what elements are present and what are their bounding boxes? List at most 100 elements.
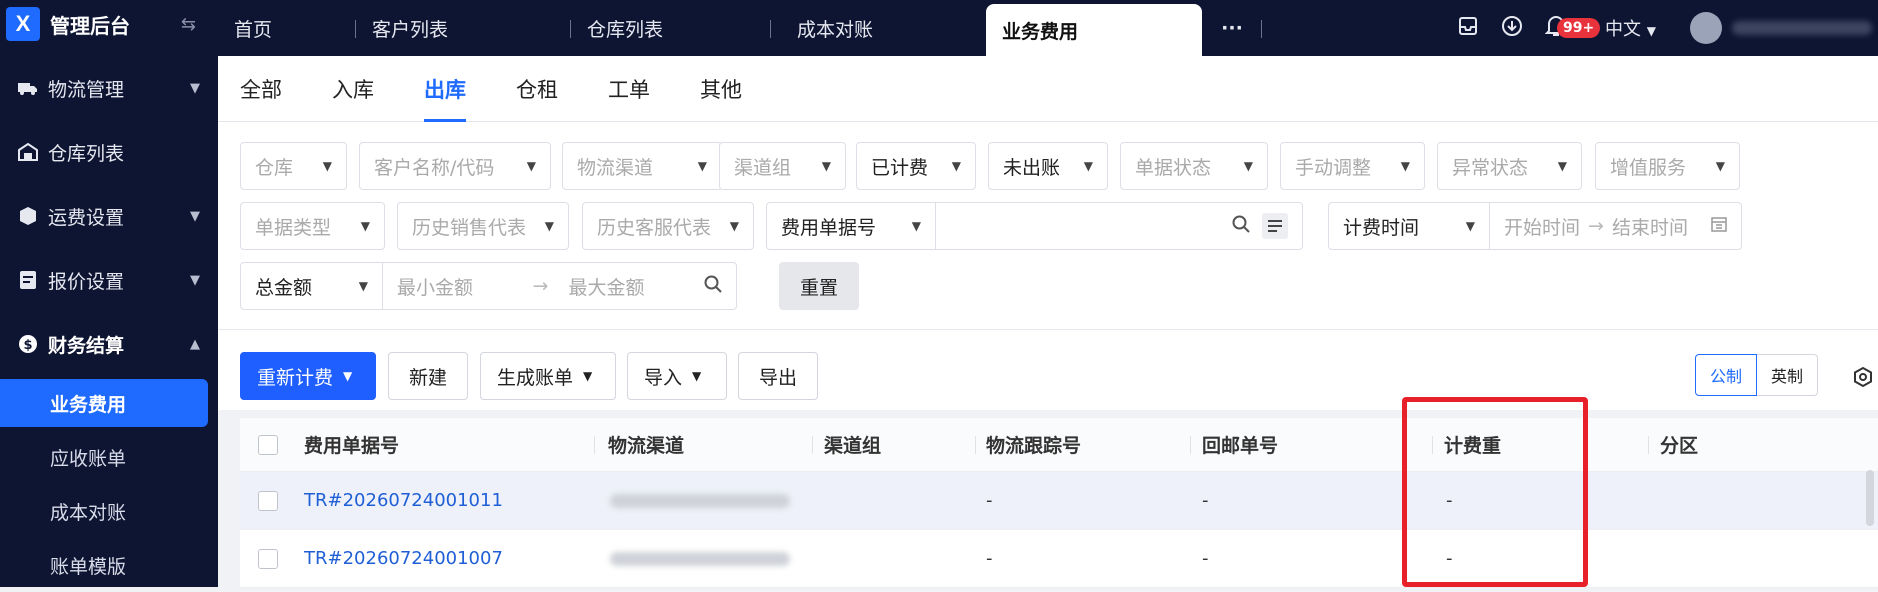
select-all-checkbox[interactable]	[258, 418, 278, 471]
tab-other[interactable]: 其他	[700, 56, 742, 122]
tab-home[interactable]: 首页	[218, 0, 356, 56]
tracking-no-cell: -	[986, 548, 993, 569]
end-date-placeholder: 结束时间	[1611, 216, 1688, 239]
sales-rep-select[interactable]: 历史销售代表 ▼	[397, 202, 569, 250]
logo: X 管理后台 ⇆	[0, 0, 218, 48]
generate-bill-button[interactable]: 生成账单 ▼	[480, 352, 616, 400]
sidebar-subitem-bill-templates[interactable]: 账单模版	[0, 538, 218, 592]
amount-range-input[interactable]: 最小金额 → 最大金额	[382, 262, 737, 310]
sidebar-item-warehouses[interactable]: 仓库列表	[0, 120, 218, 184]
create-button[interactable]: 新建	[388, 352, 468, 400]
tab-inbound[interactable]: 入库	[332, 56, 374, 122]
recalculate-button[interactable]: 重新计费 ▼	[240, 352, 376, 400]
select-placeholder: 物流渠道	[577, 156, 654, 179]
avatar	[1690, 12, 1722, 44]
chevron-down-icon: ▼	[583, 369, 593, 383]
import-button[interactable]: 导入 ▼	[627, 352, 727, 400]
select-value: 已计费	[871, 156, 929, 179]
document-status-select[interactable]: 单据状态 ▼	[1120, 142, 1268, 190]
document-type-select[interactable]: 单据类型 ▼	[240, 202, 385, 250]
notification-bell[interactable]: 99+	[1544, 14, 1601, 43]
tab-outbound[interactable]: 出库	[424, 56, 466, 122]
tab-work-orders[interactable]: 工单	[608, 56, 650, 122]
table-row[interactable]: TR#20260724001011 - - -	[240, 472, 1878, 530]
start-date-placeholder: 开始时间	[1504, 216, 1581, 239]
button-label: 重新计费	[257, 366, 334, 389]
collapse-sidebar-icon[interactable]: ⇆	[181, 14, 196, 35]
table-row[interactable]: TR#20260724001007 - - -	[240, 530, 1878, 588]
notification-badge: 99+	[1557, 17, 1601, 38]
sidebar-subitem-receivables[interactable]: 应收账单	[0, 430, 218, 484]
col-tracking-no[interactable]: 物流跟踪号	[986, 418, 1081, 471]
tab-business-fees[interactable]: 业务费用	[986, 4, 1202, 56]
cs-rep-select[interactable]: 历史客服代表 ▼	[582, 202, 754, 250]
customer-select[interactable]: 客户名称/代码 ▼	[359, 142, 551, 190]
exception-status-select[interactable]: 异常状态 ▼	[1437, 142, 1582, 190]
value-added-service-select[interactable]: 增值服务 ▼	[1595, 142, 1740, 190]
sidebar-item-label: 报价设置	[48, 270, 125, 293]
channel-group-select[interactable]: 渠道组 ▼	[719, 142, 846, 190]
invoice-status-select[interactable]: 未出账 ▼	[988, 142, 1108, 190]
logistics-channel-select[interactable]: 物流渠道 ▼	[562, 142, 722, 190]
sidebar-item-freight-settings[interactable]: 运费设置 ▼	[0, 184, 218, 248]
imperial-option[interactable]: 英制	[1757, 354, 1819, 396]
inbox-icon[interactable]	[1457, 15, 1479, 42]
more-tabs-icon[interactable]: ···	[1202, 0, 1262, 56]
column-settings-icon[interactable]	[1852, 366, 1874, 392]
chevron-down-icon: ▼	[692, 369, 702, 383]
min-amount-placeholder[interactable]: 最小金额	[397, 273, 473, 300]
logistics-channel-blurred	[610, 530, 790, 587]
fee-doc-link[interactable]: TR#20260724001007	[304, 530, 503, 587]
date-range-picker[interactable]: 开始时间 → 结束时间	[1489, 202, 1742, 250]
col-fee-doc-no[interactable]: 费用单据号	[304, 418, 399, 471]
col-channel-group[interactable]: 渠道组	[824, 418, 881, 471]
sidebar: X 管理后台 ⇆ 物流管理 ▼ 仓库列表 运费设置 ▼ 报价设置 ▼ $ 财务结…	[0, 0, 218, 587]
fee-doc-link[interactable]: TR#20260724001011	[304, 472, 503, 529]
warehouse-select[interactable]: 仓库 ▼	[240, 142, 347, 190]
max-amount-placeholder[interactable]: 最大金额	[568, 273, 644, 300]
table-header: 费用单据号 物流渠道 渠道组 物流跟踪号 回邮单号 计费重 分区	[240, 418, 1878, 472]
search-field-type-select[interactable]: 费用单据号 ▼	[766, 202, 936, 250]
download-icon[interactable]	[1501, 15, 1523, 42]
select-placeholder: 历史销售代表	[412, 216, 527, 239]
language-selector[interactable]: 中文 ▼	[1605, 15, 1656, 41]
col-logistics-channel[interactable]: 物流渠道	[608, 418, 684, 471]
batch-input-icon[interactable]	[1262, 213, 1288, 239]
billed-status-select[interactable]: 已计费 ▼	[856, 142, 976, 190]
chevron-up-icon: ▲	[190, 336, 200, 352]
dollar-icon: $	[18, 334, 38, 354]
search-icon[interactable]	[1232, 215, 1250, 238]
search-input[interactable]	[935, 202, 1303, 250]
sidebar-item-logistics[interactable]: 物流管理 ▼	[0, 56, 218, 120]
sidebar-item-finance[interactable]: $ 财务结算 ▲	[0, 312, 218, 376]
col-return-no[interactable]: 回邮单号	[1202, 418, 1278, 471]
filter-panel: 仓库 ▼ 客户名称/代码 ▼ 物流渠道 ▼ 渠道组 ▼ 已计费 ▼ 未出账 ▼ 单据状态 ▼ …	[218, 122, 1878, 330]
metric-option[interactable]: 公制	[1695, 354, 1758, 396]
amount-type-select[interactable]: 总金额 ▼	[240, 262, 383, 310]
tab-warehouses[interactable]: 仓库列表	[571, 0, 771, 56]
chevron-down-icon: ▼	[360, 219, 370, 233]
unit-toggle: 公制 英制	[1695, 354, 1819, 396]
search-icon[interactable]	[704, 275, 722, 298]
row-checkbox[interactable]	[258, 472, 278, 529]
top-bar: 首页 客户列表 仓库列表 成本对账 业务费用 ··· 99+ 中文 ▼	[218, 0, 1878, 56]
chevron-down-icon: ▼	[1083, 159, 1093, 173]
tab-storage[interactable]: 仓租	[516, 56, 558, 122]
sidebar-item-label: 仓库列表	[48, 142, 125, 165]
tab-cost-reconciliation[interactable]: 成本对账	[771, 0, 986, 56]
manual-adjust-select[interactable]: 手动调整 ▼	[1280, 142, 1425, 190]
button-label: 生成账单	[497, 366, 574, 389]
user-menu[interactable]	[1690, 12, 1872, 44]
tab-customers[interactable]: 客户列表	[356, 0, 571, 56]
sidebar-item-quote-settings[interactable]: 报价设置 ▼	[0, 248, 218, 312]
tab-all[interactable]: 全部	[240, 56, 282, 122]
sidebar-subitem-business-fees[interactable]: 业务费用	[0, 379, 208, 427]
reset-button[interactable]: 重置	[779, 262, 859, 310]
export-button[interactable]: 导出	[738, 352, 818, 400]
table-scrollbar[interactable]	[1866, 470, 1874, 526]
sidebar-subitem-cost-reconciliation[interactable]: 成本对账	[0, 484, 218, 538]
row-checkbox[interactable]	[258, 530, 278, 587]
col-zone[interactable]: 分区	[1660, 418, 1698, 471]
time-type-select[interactable]: 计费时间 ▼	[1328, 202, 1490, 250]
button-label: 导入	[644, 366, 683, 389]
